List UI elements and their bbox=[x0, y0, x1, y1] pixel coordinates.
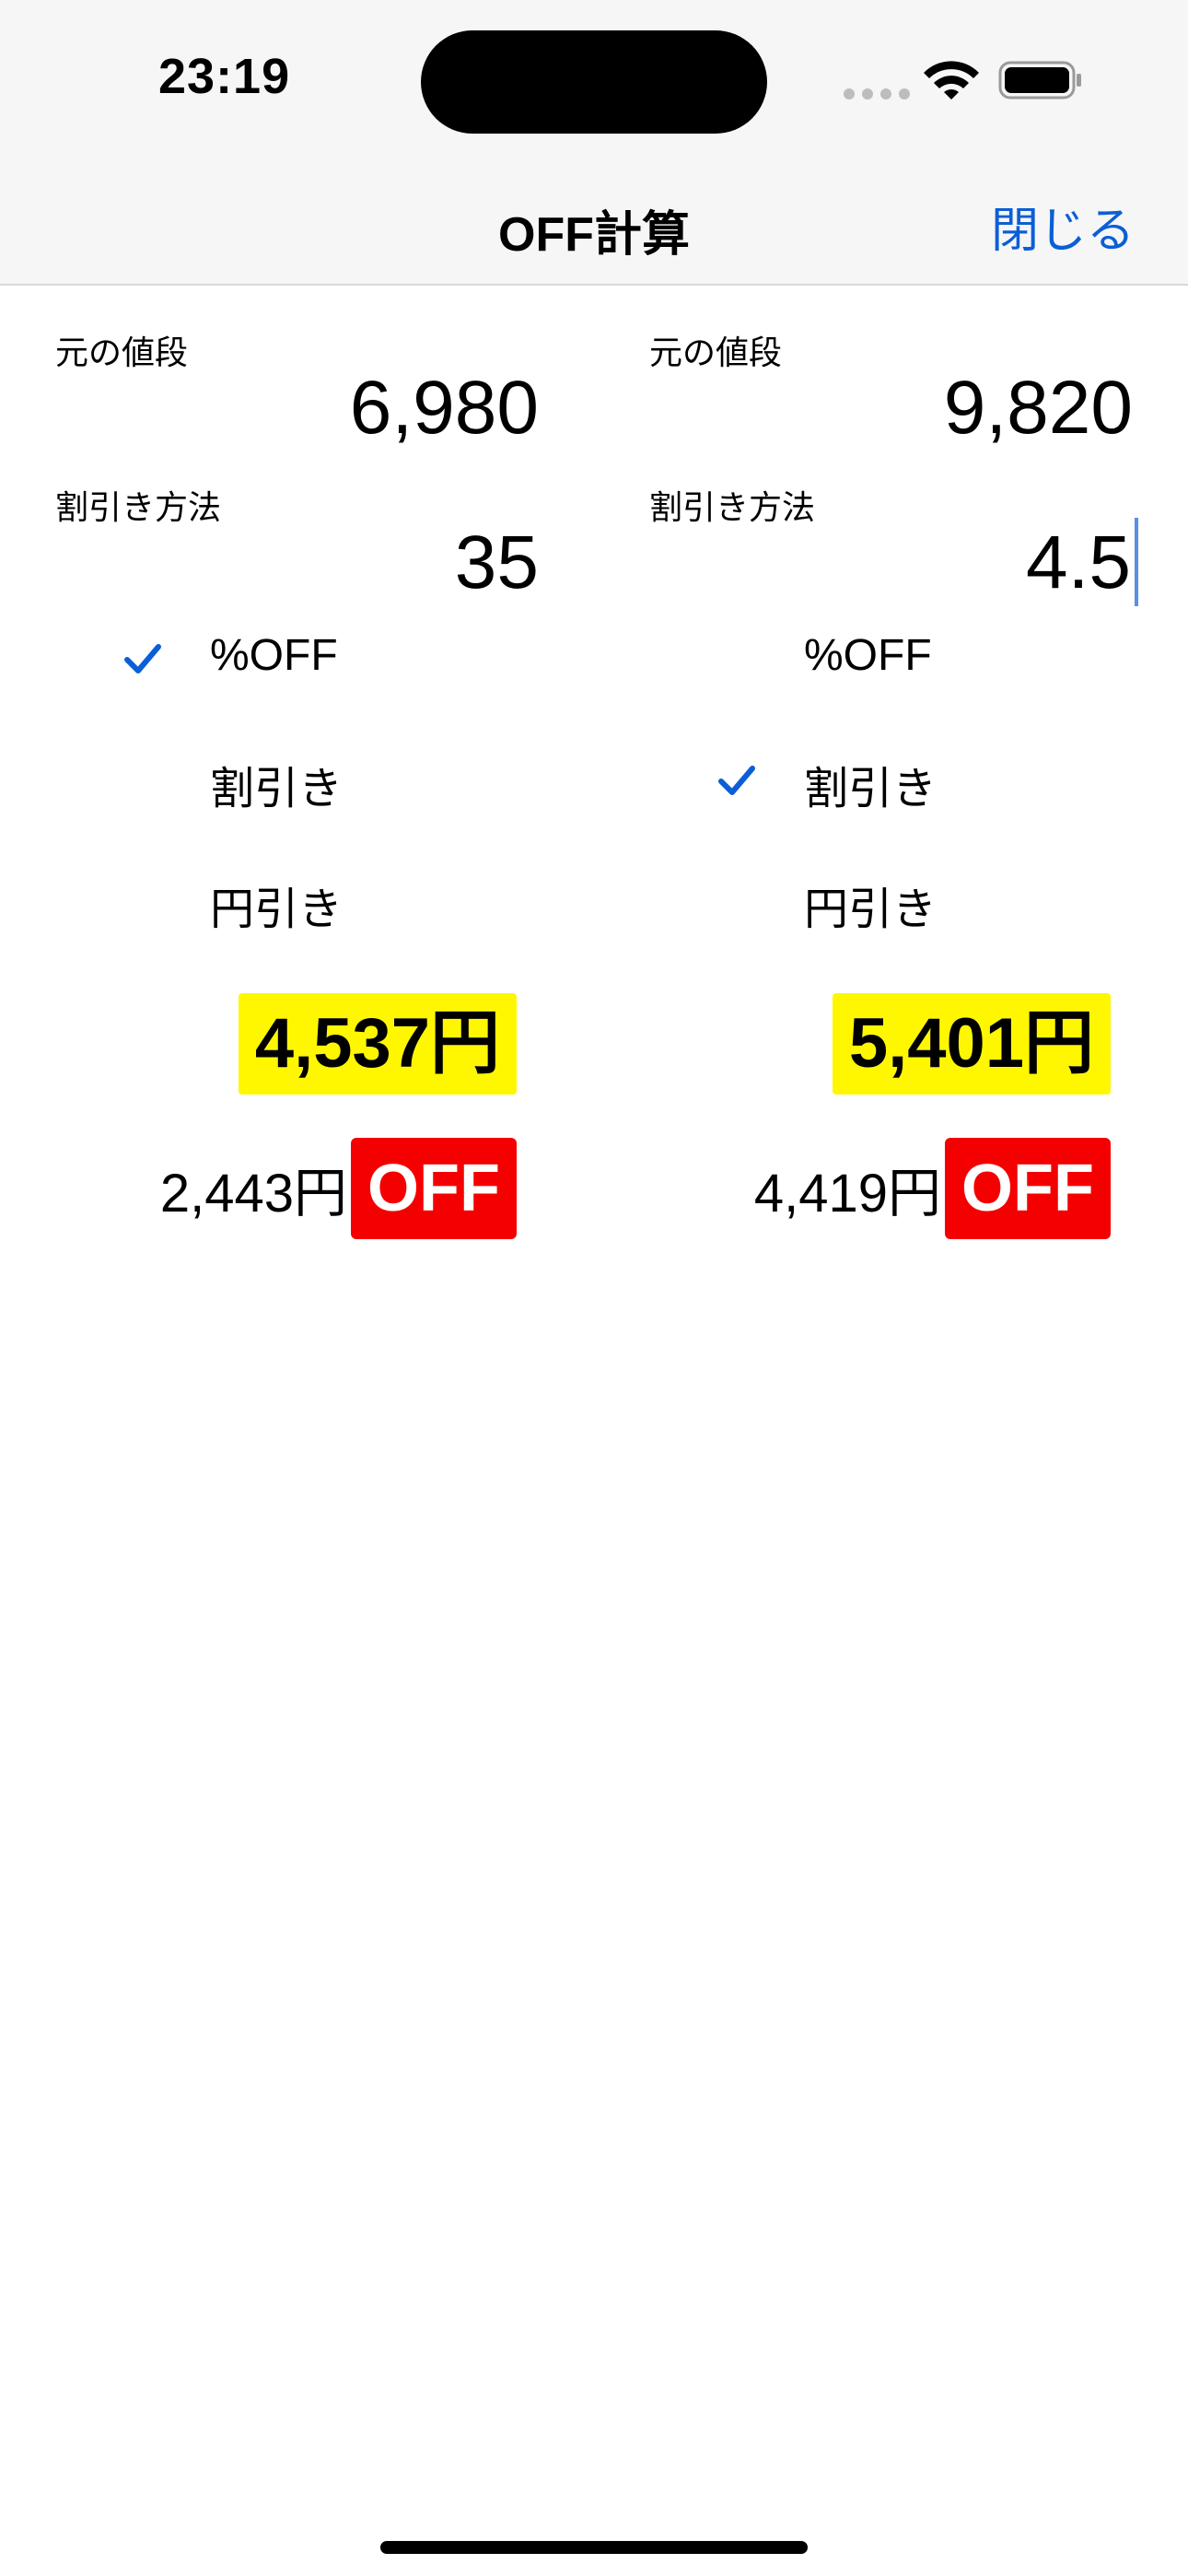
dynamic-island bbox=[421, 30, 767, 134]
option-yen-off[interactable]: 円引き bbox=[0, 850, 594, 970]
method-input-text: 4.5 bbox=[1026, 521, 1131, 604]
battery-icon bbox=[998, 61, 1081, 100]
discount-amount: 2,443円 bbox=[159, 1164, 348, 1224]
option-wari[interactable]: 割引き bbox=[0, 730, 594, 849]
status-time: 23:19 bbox=[158, 49, 291, 104]
text-cursor bbox=[1135, 518, 1138, 606]
result-price: 5,401円 bbox=[832, 993, 1111, 1095]
cellular-signal-icon bbox=[844, 88, 910, 100]
option-percent-off[interactable]: %OFF bbox=[594, 608, 1188, 728]
discount-row: 2,443円 OFF bbox=[160, 1138, 517, 1239]
price-input[interactable]: 9,820 bbox=[944, 365, 1133, 451]
close-button[interactable]: 閉じる bbox=[991, 192, 1135, 261]
option-label: 円引き bbox=[210, 885, 344, 934]
calculator-column-left: 元の値段 6,980 割引き方法 35 %OFF 割引き 円引き 4,537円 … bbox=[0, 286, 594, 1299]
option-label: 割引き bbox=[210, 765, 344, 814]
method-input[interactable]: 4.5 bbox=[1026, 520, 1131, 606]
price-label: 元の値段 bbox=[649, 334, 783, 371]
option-wari[interactable]: 割引き bbox=[594, 730, 1188, 849]
price-input[interactable]: 6,980 bbox=[350, 365, 539, 451]
option-percent-off[interactable]: %OFF bbox=[0, 608, 594, 728]
option-label: 円引き bbox=[804, 885, 938, 934]
method-label: 割引き方法 bbox=[649, 488, 816, 526]
discount-row: 4,419円 OFF bbox=[754, 1138, 1111, 1239]
home-indicator[interactable] bbox=[380, 2541, 808, 2554]
method-label: 割引き方法 bbox=[55, 488, 222, 526]
checkmark-icon bbox=[124, 644, 161, 673]
off-badge: OFF bbox=[945, 1138, 1111, 1239]
method-input[interactable]: 35 bbox=[455, 520, 539, 606]
option-label: 割引き bbox=[804, 765, 938, 814]
calculator-column-right: 元の値段 9,820 割引き方法 4.5 %OFF 割引き 円引き 5,401円… bbox=[594, 286, 1188, 1299]
result-price: 4,537円 bbox=[238, 993, 517, 1095]
option-label: %OFF bbox=[804, 631, 932, 680]
option-yen-off[interactable]: 円引き bbox=[594, 850, 1188, 970]
price-label: 元の値段 bbox=[55, 334, 189, 371]
discount-amount: 4,419円 bbox=[753, 1164, 942, 1224]
top-bar: 23:19 OFF計算 閉じる bbox=[0, 0, 1188, 286]
checkmark-icon bbox=[718, 766, 755, 795]
off-badge: OFF bbox=[351, 1138, 517, 1239]
wifi-icon bbox=[924, 61, 979, 100]
option-label: %OFF bbox=[210, 631, 338, 680]
screen: 23:19 OFF計算 閉じる 元の値段 6,980 割引き方法 35 %OFF bbox=[0, 0, 1188, 2576]
